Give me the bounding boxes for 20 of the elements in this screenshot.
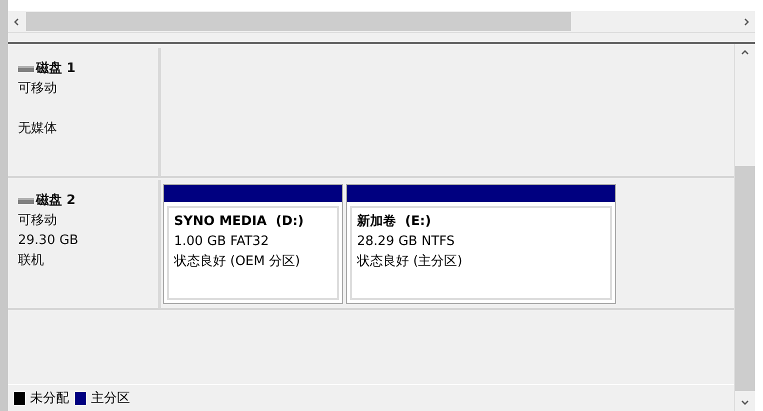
disk-capacity: 29.30 GB [18,232,80,250]
partition-size: 28.29 GB NTFS [357,233,456,251]
disk-status: 无媒体 [18,120,58,138]
partition-status: 状态良好 (OEM 分区) [174,253,302,271]
partition-block[interactable]: 新加卷 (E:) 28.29 GB NTFS 状态良好 (主分区) [346,184,616,304]
partition-title: 新加卷 (E:) [357,212,432,231]
disk-name: 磁盘 1 [36,60,76,78]
partition-size: 1.00 GB FAT32 [174,233,270,251]
disk-type: 可移动 [18,212,58,230]
partition-status: 状态良好 (主分区) [357,253,464,271]
disk-type: 可移动 [18,80,58,98]
scrollbar-thumb[interactable] [26,12,571,31]
disk-label-panel[interactable]: 磁盘 1 可移动 无媒体 [8,48,161,176]
partition-title: SYNO MEDIA (D:) [174,213,305,231]
legend-label: 主分区 [91,390,130,407]
partition-block[interactable]: SYNO MEDIA (D:) 1.00 GB FAT32 状态良好 (OEM 分区) [163,184,343,304]
disk-status: 联机 [18,252,45,270]
legend-label: 未分配 [30,390,69,407]
scrollbar-thumb[interactable] [735,166,755,391]
disk-name: 磁盘 2 [36,192,76,210]
